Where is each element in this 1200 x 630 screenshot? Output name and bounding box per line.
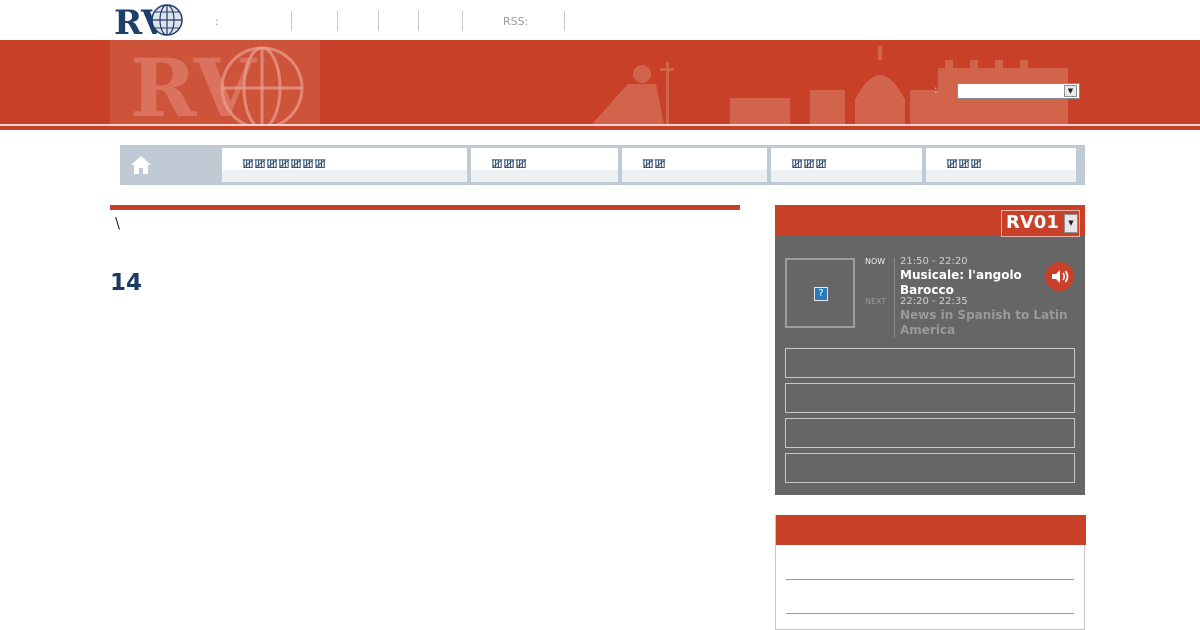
program-thumbnail: ? <box>785 258 855 328</box>
main-nav: ꯀꯀꯀꯀꯀꯀꯀ ꯀꯀꯀ ꯀꯀ ꯀꯀꯀ ꯀꯀꯀ <box>120 145 1085 185</box>
next-time: 22:20 - 22:35 <box>900 296 968 307</box>
top-nav: : RSS: <box>215 10 565 32</box>
next-label: NEXT <box>865 297 887 306</box>
top-nav-divider <box>564 11 565 31</box>
list-divider <box>786 613 1074 614</box>
nav-item[interactable]: ꯀꯀ <box>622 148 767 182</box>
header-banner: RV : ▼ <box>0 40 1200 130</box>
now-time: 21:50 - 22:20 <box>900 256 968 267</box>
missing-image-icon: ? <box>814 287 828 301</box>
banner-stripe <box>0 128 1200 130</box>
now-label: NOW <box>865 257 886 266</box>
page-title: 14 <box>110 270 143 296</box>
speaker-icon[interactable] <box>1045 262 1074 291</box>
radio-panel-header: RV01 ▼ <box>775 205 1085 237</box>
schedule-divider <box>894 258 895 338</box>
nav-item[interactable]: ꯀꯀꯀꯀꯀꯀꯀ <box>222 148 467 182</box>
nav-item-label: ꯀꯀ <box>642 157 667 172</box>
sidebar-panel-header <box>776 515 1086 545</box>
language-label: : <box>215 14 219 28</box>
nav-item-label: ꯀꯀꯀ <box>491 157 528 172</box>
next-program-title[interactable]: News in Spanish to Latin America <box>900 308 1075 338</box>
top-nav-link[interactable] <box>292 11 337 31</box>
chevron-down-icon[interactable]: ▼ <box>1064 214 1078 233</box>
channel-select[interactable]: RV01 ▼ <box>1001 210 1080 237</box>
nav-item-label: ꯀꯀꯀ <box>791 157 828 172</box>
radio-vaticana-logo[interactable]: RV <box>114 3 186 43</box>
chevron-down-icon[interactable]: ▼ <box>1064 85 1077 97</box>
banner-artwork: RV <box>110 40 1068 124</box>
svg-text:RV: RV <box>130 41 258 124</box>
radio-option-box[interactable] <box>785 418 1075 448</box>
top-bar: RV : RSS: <box>0 0 1200 43</box>
nav-item-label: ꯀꯀꯀ <box>946 157 983 172</box>
list-divider <box>786 579 1074 580</box>
banner-stripe <box>0 124 1200 126</box>
radio-player-panel: RV01 ▼ ? NOW NEXT 21:50 - 22:20 Musicale… <box>775 205 1085 495</box>
now-program-title[interactable]: Musicale: l'angolo Barocco <box>900 268 1045 298</box>
home-icon <box>131 156 151 174</box>
search-select[interactable]: ▼ <box>957 83 1080 99</box>
breadcrumb: \ <box>115 214 121 232</box>
rss-label[interactable]: RSS: <box>503 15 564 28</box>
nav-item[interactable]: ꯀꯀꯀ <box>771 148 922 182</box>
top-nav-link[interactable] <box>379 11 418 31</box>
home-button[interactable] <box>120 145 220 185</box>
top-nav-divider <box>462 11 463 31</box>
sidebar-panel <box>775 515 1086 630</box>
top-nav-link[interactable] <box>419 11 462 31</box>
nav-item[interactable]: ꯀꯀꯀ <box>926 148 1076 182</box>
channel-select-value: RV01 <box>1006 212 1059 233</box>
radio-option-box[interactable] <box>785 348 1075 378</box>
top-nav-link[interactable] <box>338 11 378 31</box>
nav-item-label: ꯀꯀꯀꯀꯀꯀꯀ <box>242 157 327 172</box>
nav-item[interactable]: ꯀꯀꯀ <box>471 148 618 182</box>
content-header-bar <box>110 205 740 210</box>
search-label: : <box>934 83 938 96</box>
radio-option-box[interactable] <box>785 453 1075 483</box>
radio-option-box[interactable] <box>785 383 1075 413</box>
